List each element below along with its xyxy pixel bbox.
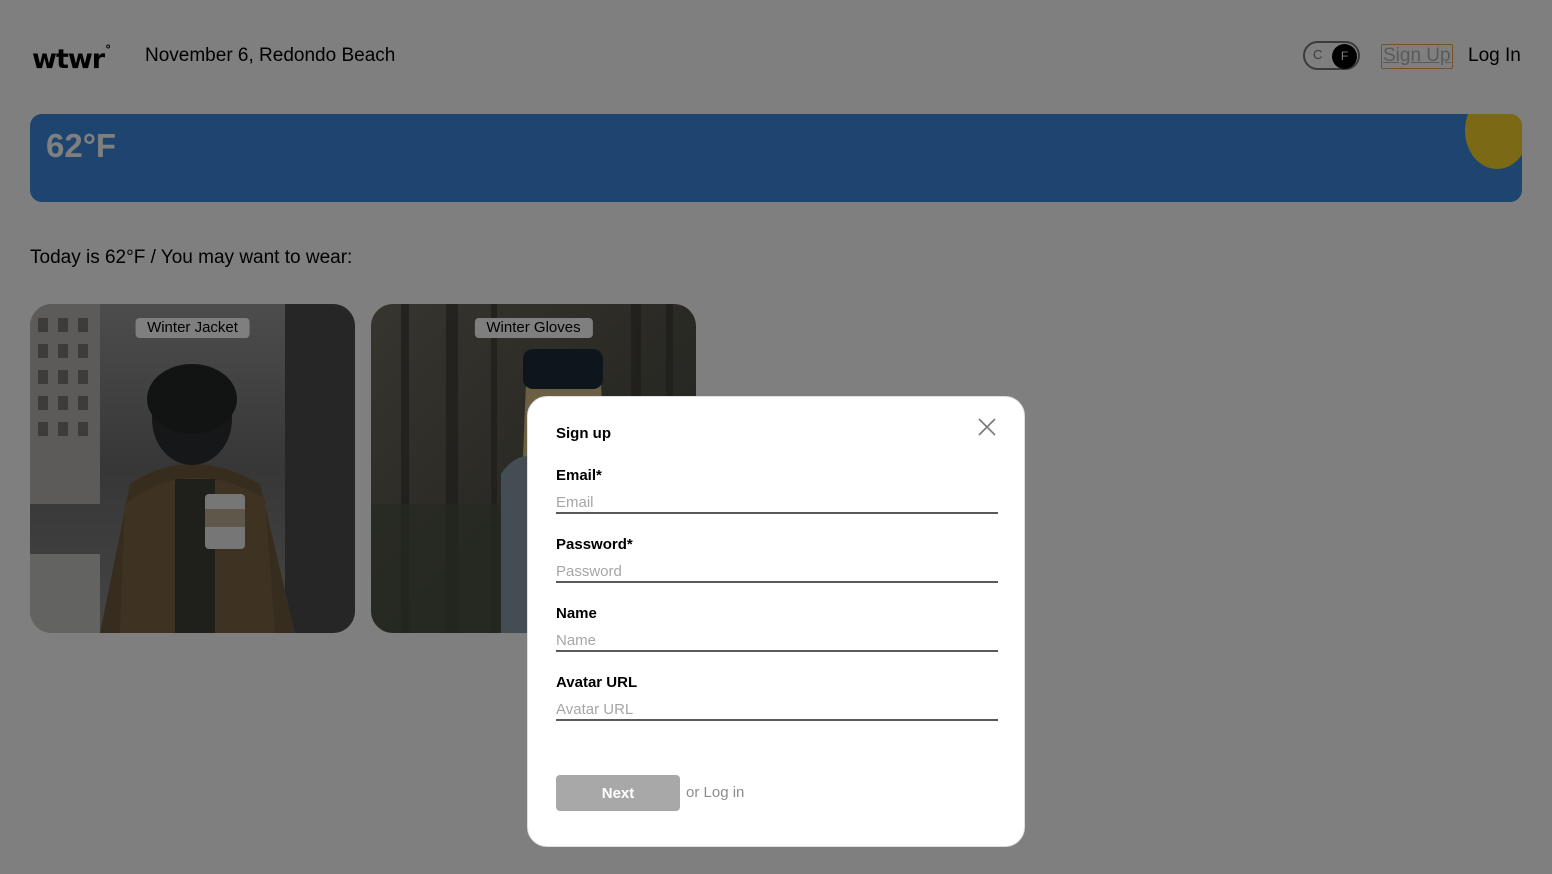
password-field[interactable] — [556, 561, 998, 583]
password-field-group: Password* — [556, 536, 998, 583]
page: wtwr° November 6, Redondo Beach C F Sign… — [0, 0, 1552, 874]
email-field[interactable] — [556, 492, 998, 514]
avatar-url-field[interactable] — [556, 699, 998, 721]
password-label: Password* — [556, 536, 633, 553]
name-label: Name — [556, 605, 597, 622]
avatar-url-label: Avatar URL — [556, 674, 638, 691]
email-label: Email* — [556, 467, 602, 484]
name-field-group: Name — [556, 605, 998, 652]
signup-modal: Sign up Email* Password* Name Avatar URL… — [527, 396, 1025, 847]
close-icon[interactable] — [977, 417, 997, 437]
modal-title: Sign up — [556, 425, 611, 442]
next-button[interactable]: Next — [556, 775, 680, 811]
name-field[interactable] — [556, 630, 998, 652]
email-field-group: Email* — [556, 467, 998, 514]
switch-to-login-link[interactable]: or Log in — [686, 784, 744, 802]
avatar-url-field-group: Avatar URL — [556, 674, 998, 721]
